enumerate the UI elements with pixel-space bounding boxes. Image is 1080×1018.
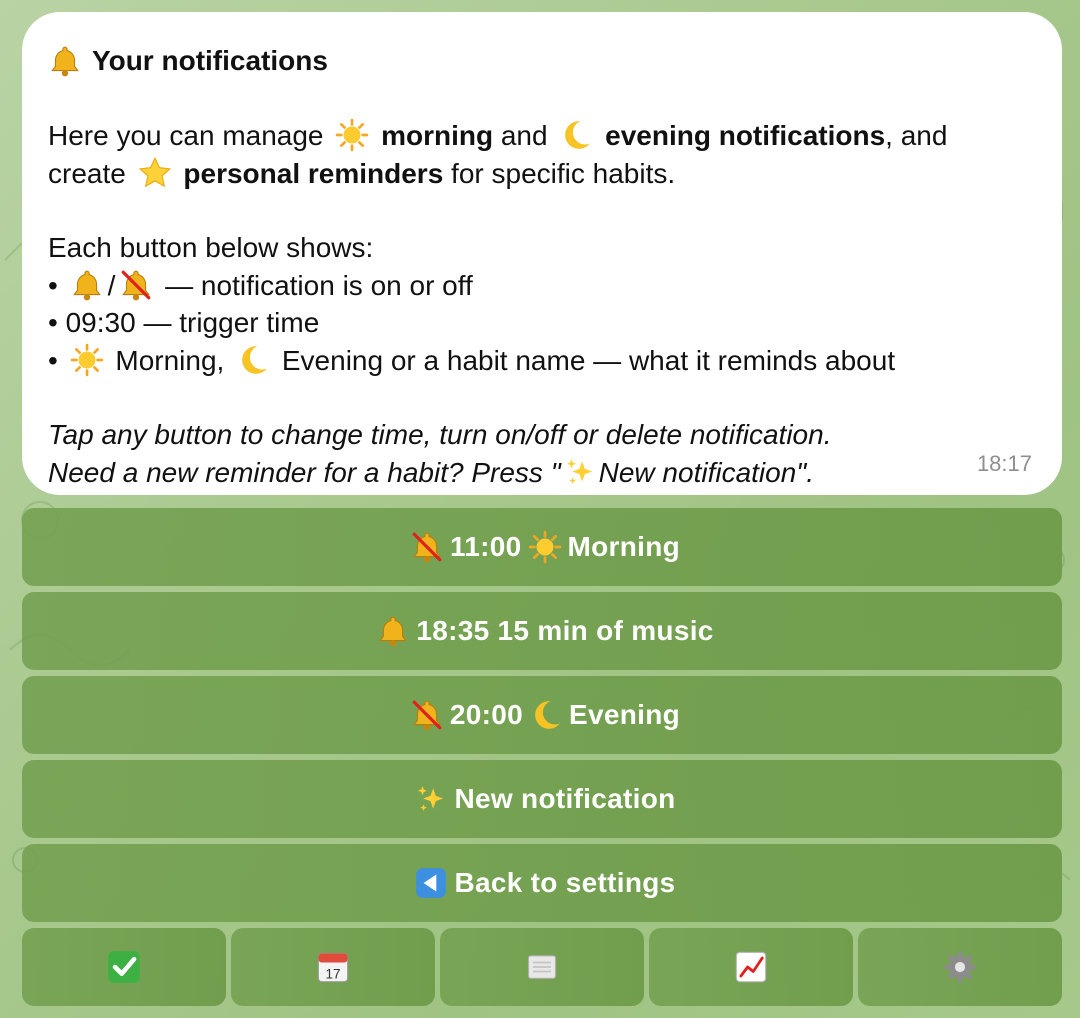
sparkles-icon [414,782,448,816]
notification-habit-button[interactable]: 18:35 15 min of music [22,592,1062,670]
notification-morning-button[interactable]: 11:00 Morning [22,508,1062,586]
back-to-settings-button[interactable]: Back to settings [22,844,1062,922]
settings-tab-button[interactable] [858,928,1062,1006]
notification-label: 15 min of music [497,615,714,646]
chart-icon [733,949,769,985]
instructions-paragraph: Tap any button to change time, turn on/o… [48,419,832,489]
bell-off-icon [410,698,444,732]
bell-off-icon [119,268,153,302]
moon-icon [529,698,563,732]
intro-paragraph: Here you can manage morning and evening … [48,118,948,190]
message-timestamp: 18:17 [976,451,1032,476]
new-notification-button[interactable]: New notification [22,760,1062,838]
notebook-icon [524,949,560,985]
bell-icon [376,614,410,648]
notification-label: Evening [569,699,681,730]
new-notification-label: New notification [454,783,676,814]
stats-tab-button[interactable] [649,928,853,1006]
message-bubble: Your notifications Here you can manage m… [22,12,1062,495]
check-icon [106,949,142,985]
svg-text:17: 17 [325,966,340,981]
notification-time: 11:00 [449,531,522,562]
habits-tab-button[interactable] [22,928,226,1006]
moon-icon [559,118,593,152]
sun-icon [528,530,562,564]
sun-icon [335,118,369,152]
notification-time: 18:35 [416,615,490,646]
notification-time: 20:00 [449,699,524,730]
calendar-tab-button[interactable]: 17 [231,928,435,1006]
gear-icon [942,949,978,985]
journal-tab-button[interactable] [440,928,644,1006]
back-arrow-icon [414,866,448,900]
bell-icon [48,44,82,78]
notification-label: Morning [567,531,681,562]
bell-icon [70,268,104,302]
sun-icon [70,343,104,377]
back-to-settings-label: Back to settings [454,867,676,898]
bell-off-icon [410,530,444,564]
calendar-icon: 17 [315,949,351,985]
notification-evening-button[interactable]: 20:00 Evening [22,676,1062,754]
legend-paragraph: Each button below shows: • / — notificat… [48,232,896,377]
message-title-row: Your notifications [48,42,1036,80]
moon-icon [236,343,270,377]
star-icon [138,156,172,190]
sparkles-icon [563,455,597,489]
message-title: Your notifications [92,45,328,76]
